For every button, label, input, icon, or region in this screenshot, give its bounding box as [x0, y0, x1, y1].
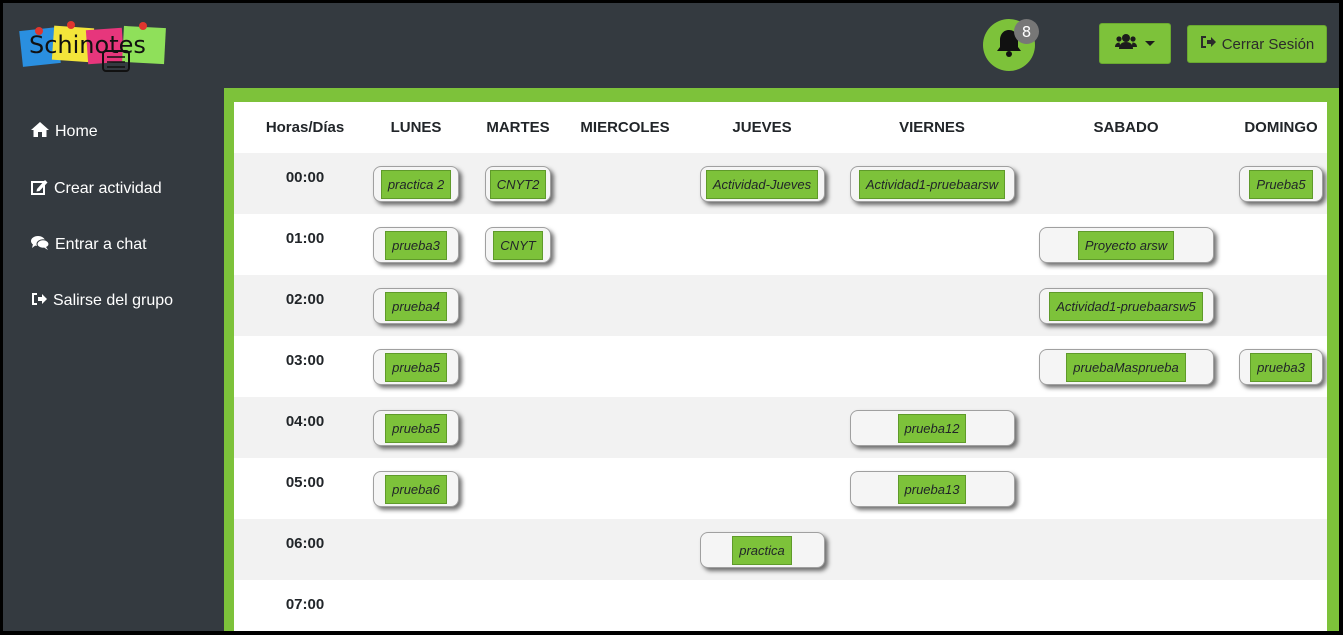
main-content: Horas/Días LUNES MARTES MIERCOLES JUEVES VIER…: [224, 88, 1339, 631]
activity-card[interactable]: prueba3: [1239, 349, 1323, 385]
table-row: 05:00 prueba6 prueba13: [234, 458, 1327, 519]
header-day: SABADO: [1093, 119, 1159, 136]
schinotes-logo[interactable]: Schinotes: [19, 19, 169, 75]
activity-label[interactable]: practica: [732, 535, 792, 565]
table-row: 07:00: [234, 580, 1327, 631]
activity-card[interactable]: CNYT: [485, 227, 551, 263]
header-day: JUEVES: [732, 119, 792, 136]
hour-label: 06:00: [285, 535, 325, 552]
sidebar-item-home[interactable]: Home: [31, 120, 98, 144]
sidebar-item-label: Entrar a chat: [55, 236, 147, 253]
activity-label[interactable]: practica 2: [380, 169, 452, 199]
activity-card[interactable]: practica: [699, 532, 825, 568]
hour-label: 00:00: [285, 169, 325, 186]
activity-card[interactable]: Proyecto arsw: [1038, 227, 1214, 263]
header-day: VIERNES: [899, 119, 965, 136]
svg-text:Schinotes: Schinotes: [29, 31, 146, 59]
activity-label[interactable]: prueba3: [1250, 352, 1312, 382]
header-day: DOMINGO: [1244, 119, 1318, 136]
activity-card[interactable]: prueba6: [373, 471, 459, 507]
sign-out-icon: [31, 292, 47, 311]
activity-label[interactable]: prueba4: [385, 291, 447, 321]
table-row: 03:00 prueba5 pruebaMasprueba prueba3: [234, 336, 1327, 397]
activity-card[interactable]: CNYT2: [485, 166, 551, 202]
sidebar-item-label: Salirse del grupo: [53, 292, 174, 309]
chevron-down-icon: [1145, 41, 1155, 46]
hour-label: 04:00: [285, 413, 325, 430]
activity-card[interactable]: prueba3: [373, 227, 459, 263]
table-row: 06:00 practica: [234, 519, 1327, 580]
hour-label: 05:00: [285, 474, 325, 491]
activity-label[interactable]: Proyecto arsw: [1077, 230, 1175, 260]
activity-label[interactable]: Actividad-Jueves: [705, 169, 819, 199]
activity-label[interactable]: prueba5: [385, 413, 447, 443]
activity-card[interactable]: Actividad1-pruebaarsw5: [1038, 288, 1214, 324]
activity-label[interactable]: prueba13: [897, 474, 967, 504]
activity-label[interactable]: prueba12: [897, 413, 967, 443]
schedule-table: Horas/Días LUNES MARTES MIERCOLES JUEVES VIER…: [234, 102, 1327, 631]
activity-label[interactable]: CNYT: [493, 230, 543, 260]
app-window: Schinotes 8 Cerrar Sesión Home Crear act…: [3, 3, 1339, 631]
header-day: MIERCOLES: [580, 119, 670, 136]
users-icon: [1115, 33, 1137, 54]
group-users-dropdown[interactable]: [1099, 23, 1171, 64]
header-day: MARTES: [486, 119, 550, 136]
hour-label: 07:00: [285, 596, 325, 613]
activity-label[interactable]: prueba6: [385, 474, 447, 504]
table-row: 01:00 prueba3 CNYT Proyecto arsw: [234, 214, 1327, 275]
activity-label[interactable]: pruebaMasprueba: [1066, 352, 1186, 382]
activity-card[interactable]: prueba4: [373, 288, 459, 324]
logout-label: Cerrar Sesión: [1221, 35, 1315, 53]
activity-label[interactable]: Actividad1-pruebaarsw: [858, 169, 1006, 199]
table-row: 02:00 prueba4 Actividad1-pruebaarsw5: [234, 275, 1327, 336]
comments-icon: [31, 235, 50, 255]
header-hours-days: Horas/Días: [265, 119, 345, 136]
sidebar-item-entrar-chat[interactable]: Entrar a chat: [31, 233, 147, 257]
notifications-button[interactable]: 8: [983, 19, 1039, 71]
notifications-count-badge: 8: [1014, 19, 1039, 44]
activity-label[interactable]: Actividad1-pruebaarsw5: [1049, 291, 1203, 321]
activity-label[interactable]: Prueba5: [1249, 169, 1313, 199]
activity-card[interactable]: practica 2: [373, 166, 459, 202]
schedule-header-row: Horas/Días LUNES MARTES MIERCOLES JUEVES VIER…: [234, 102, 1327, 153]
header-day: LUNES: [390, 119, 442, 136]
activity-card[interactable]: Actividad1-pruebaarsw: [849, 166, 1015, 202]
sidebar-item-salirse-grupo[interactable]: Salirse del grupo: [31, 289, 173, 313]
activity-label[interactable]: CNYT2: [489, 169, 547, 199]
hour-label: 02:00: [285, 291, 325, 308]
home-icon: [31, 122, 49, 142]
sign-out-icon: [1200, 35, 1216, 53]
hour-label: 01:00: [285, 230, 325, 247]
hour-label: 03:00: [285, 352, 325, 369]
sidebar-item-crear-actividad[interactable]: Crear actividad: [31, 177, 162, 201]
activity-label[interactable]: prueba5: [385, 352, 447, 382]
activity-card[interactable]: prueba12: [849, 410, 1015, 446]
sidebar-item-label: Home: [55, 123, 98, 140]
activity-card[interactable]: prueba5: [373, 349, 459, 385]
edit-icon: [31, 179, 48, 200]
logout-button[interactable]: Cerrar Sesión: [1187, 25, 1327, 63]
table-row: 00:00 practica 2 CNYT2 Actividad-Jueves Acti…: [234, 153, 1327, 214]
table-row: 04:00 prueba5 prueba12: [234, 397, 1327, 458]
activity-card[interactable]: prueba5: [373, 410, 459, 446]
sidebar-item-label: Crear actividad: [54, 180, 162, 197]
activity-card[interactable]: Actividad-Jueves: [699, 166, 825, 202]
activity-card[interactable]: pruebaMasprueba: [1038, 349, 1214, 385]
activity-card[interactable]: Prueba5: [1239, 166, 1323, 202]
activity-card[interactable]: prueba13: [849, 471, 1015, 507]
activity-label[interactable]: prueba3: [385, 230, 447, 260]
